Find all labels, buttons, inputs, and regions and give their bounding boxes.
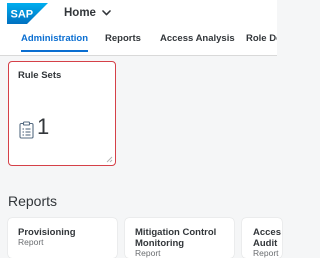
chevron-down-icon	[102, 10, 111, 16]
access-audit-report-tile[interactable]: Acces Audit Report	[242, 218, 282, 258]
clipboard-checklist-icon	[19, 121, 34, 139]
tab-role-de[interactable]: Role De	[246, 33, 277, 50]
tab-access-analysis[interactable]: Access Analysis	[160, 33, 235, 50]
tile-subtitle: Report	[135, 248, 161, 258]
tile-title: Acces	[253, 227, 281, 238]
home-label: Home	[64, 7, 96, 19]
tile-title: Mitigation Control	[135, 227, 217, 238]
resize-corner-icon	[105, 155, 113, 163]
tile-count: 1	[37, 114, 50, 139]
reports-section-title: Reports	[8, 193, 58, 209]
home-menu[interactable]: Home	[64, 7, 111, 19]
provisioning-report-tile[interactable]: Provisioning Report	[8, 218, 117, 258]
tile-subtitle: Report	[18, 237, 44, 247]
sap-logo[interactable]: SAP	[7, 3, 48, 24]
shell-bar: SAP Home	[0, 0, 277, 30]
mitigation-control-monitoring-tile[interactable]: Mitigation Control Monitoring Report	[125, 218, 234, 258]
tab-administration[interactable]: Administration	[21, 33, 89, 52]
svg-text:SAP: SAP	[11, 9, 34, 21]
tab-reports[interactable]: Reports	[105, 33, 141, 50]
tab-bar: Administration Reports Access Analysis R…	[0, 30, 277, 56]
tile-subtitle: Report	[253, 248, 279, 258]
rule-sets-tile[interactable]: Rule Sets 1	[8, 61, 116, 166]
tile-title: Rule Sets	[18, 70, 62, 81]
